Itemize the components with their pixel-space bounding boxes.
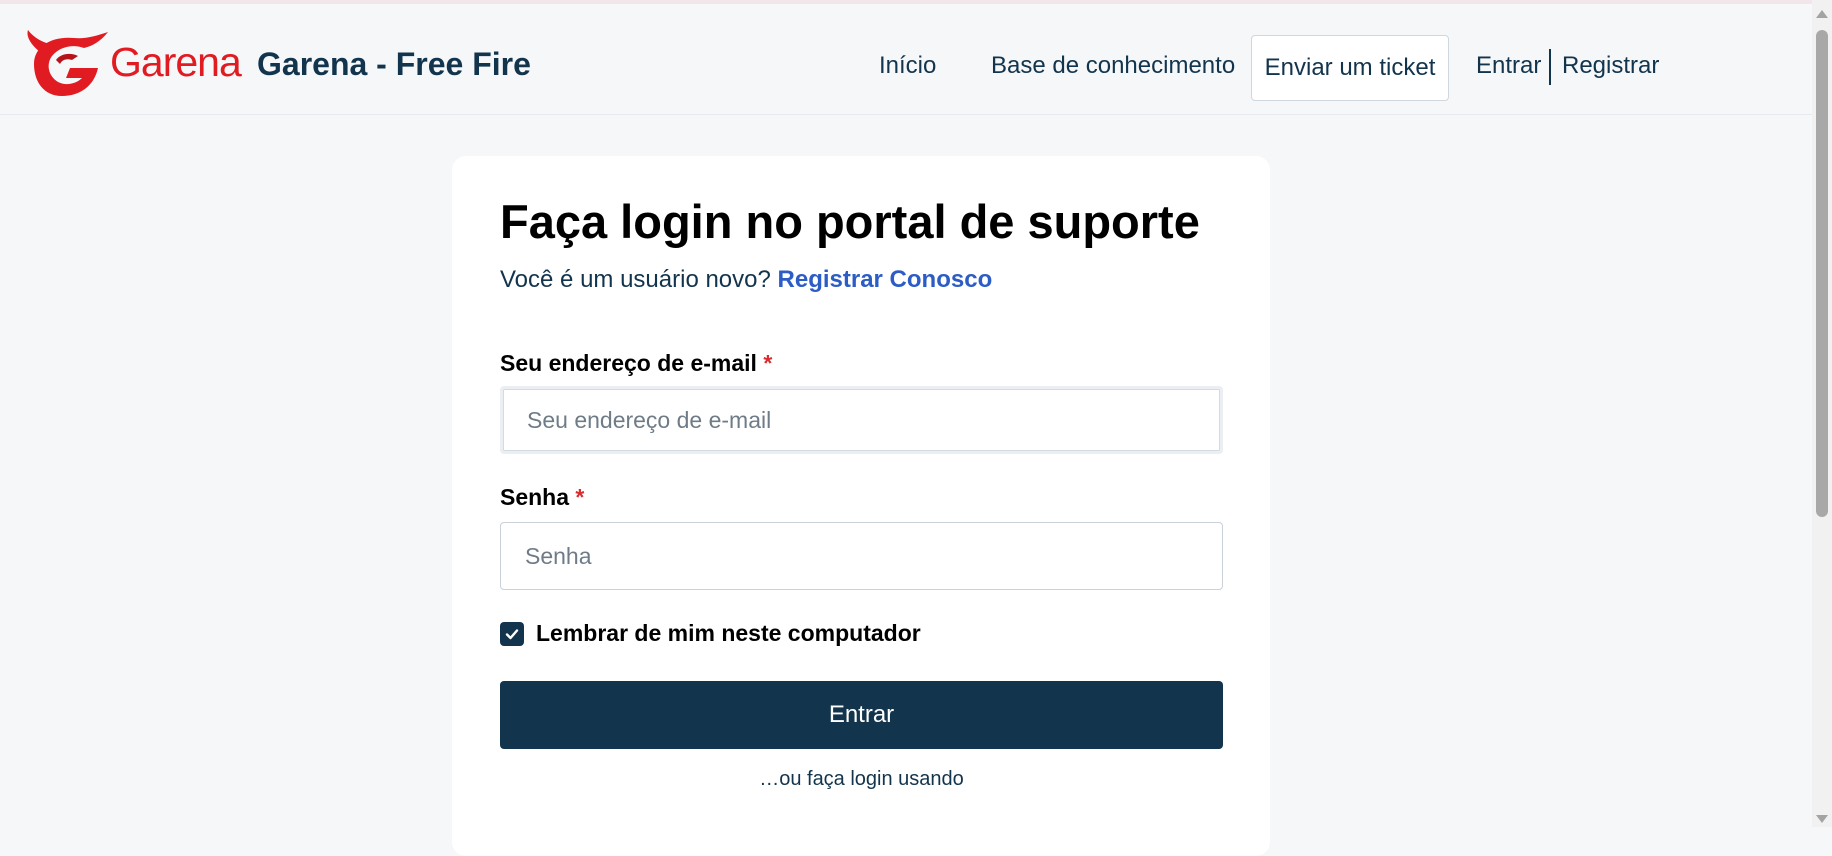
remember-me-checkbox[interactable] xyxy=(500,621,524,646)
email-label-text: Seu endereço de e-mail xyxy=(500,350,757,376)
alternative-login-text: …ou faça login usando xyxy=(759,768,964,790)
password-label-text: Senha xyxy=(500,484,570,510)
site-header: Garena Garena - Free Fire Início Base de… xyxy=(0,4,1812,115)
nav-register-link[interactable]: Registrar xyxy=(1562,52,1659,80)
nav-knowledge-base-link[interactable]: Base de conhecimento xyxy=(991,52,1235,80)
new-user-prompt: Você é um usuário novo? Registrar Conosc… xyxy=(500,266,992,294)
login-card: Faça login no portal de suporte Você é u… xyxy=(452,156,1270,856)
remember-me-label: Lembrar de mim neste computador xyxy=(536,620,921,646)
email-field[interactable] xyxy=(500,386,1223,454)
email-label: Seu endereço de e-mail * xyxy=(500,350,772,377)
page-scrollbar[interactable] xyxy=(1812,0,1832,827)
checkmark-icon xyxy=(505,628,519,639)
password-field[interactable] xyxy=(500,522,1223,590)
nav-home-link[interactable]: Início xyxy=(879,52,936,80)
password-label: Senha * xyxy=(500,484,584,511)
new-user-prompt-text: Você é um usuário novo? xyxy=(500,266,771,293)
register-link[interactable]: Registrar Conosco xyxy=(778,266,993,293)
scroll-up-arrow-icon[interactable] xyxy=(1816,10,1828,18)
scrollbar-thumb[interactable] xyxy=(1816,30,1828,517)
page-title: Faça login no portal de suporte xyxy=(500,195,1200,248)
login-submit-button[interactable]: Entrar xyxy=(500,681,1223,749)
nav-submit-ticket-button[interactable]: Enviar um ticket xyxy=(1251,35,1449,101)
nav-divider xyxy=(1549,49,1551,85)
scroll-down-arrow-icon[interactable] xyxy=(1816,815,1828,823)
password-required-mark: * xyxy=(575,484,585,510)
email-required-mark: * xyxy=(763,350,773,376)
main-nav: Início Base de conhecimento Enviar um ti… xyxy=(0,32,1812,102)
nav-login-link[interactable]: Entrar xyxy=(1476,52,1541,80)
remember-me-option[interactable]: Lembrar de mim neste computador xyxy=(500,620,921,647)
